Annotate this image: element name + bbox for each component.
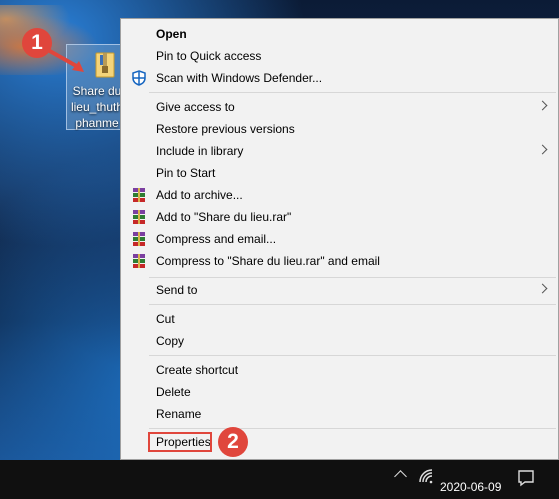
menu-item-restore-versions[interactable]: Restore previous versions [121,118,558,140]
desktop-icon-name-line: Share du [72,84,122,98]
menu-item-label: Open [156,27,187,41]
step-marker-2: 2 [218,427,248,457]
menu-separator [149,92,556,93]
desktop-icon-name-line: lieu_thuth [70,100,124,114]
menu-item-send-to[interactable]: Send to [121,279,558,301]
menu-item-label: Give access to [156,100,235,114]
menu-item-label: Create shortcut [156,363,239,377]
menu-item-label: Pin to Quick access [156,49,262,63]
menu-separator [149,355,556,356]
arrow-icon [47,48,84,72]
menu-item-delete[interactable]: Delete [121,381,558,403]
chevron-up-icon[interactable] [394,470,407,483]
menu-item-compress-rar-email[interactable]: Compress to "Share du lieu.rar" and emai… [121,250,558,272]
menu-item-rename[interactable]: Rename [121,403,558,425]
menu-item-label: Cut [156,312,175,326]
context-menu: Open Pin to Quick access Scan with Windo… [120,18,559,460]
menu-item-pin-start[interactable]: Pin to Start [121,162,558,184]
winrar-icon [133,254,145,268]
chevron-right-icon [537,100,548,111]
taskbar: 2020-06-09 [0,460,559,499]
menu-item-add-rar[interactable]: Add to "Share du lieu.rar" [121,206,558,228]
menu-item-open[interactable]: Open [121,23,558,45]
menu-item-label: Copy [156,334,185,348]
menu-item-label: Pin to Start [156,166,216,180]
menu-item-give-access[interactable]: Give access to [121,96,558,118]
wifi-icon[interactable] [418,468,436,486]
menu-item-compress-email[interactable]: Compress and email... [121,228,558,250]
menu-item-label: Delete [156,385,191,399]
menu-item-label: Add to "Share du lieu.rar" [156,210,292,224]
winrar-icon [133,210,145,224]
menu-item-add-archive[interactable]: Add to archive... [121,184,558,206]
folder-icon [95,52,115,78]
menu-item-label: Add to archive... [156,188,243,202]
menu-item-include-library[interactable]: Include in library [121,140,558,162]
menu-item-label: Send to [156,283,198,297]
winrar-icon [133,232,145,246]
menu-separator [149,428,556,429]
menu-item-label: Compress and email... [156,232,277,246]
winrar-icon [133,188,145,202]
menu-item-create-shortcut[interactable]: Create shortcut [121,359,558,381]
notification-icon[interactable] [516,468,536,488]
menu-item-label: Scan with Windows Defender... [156,71,323,85]
chevron-right-icon [537,283,548,294]
menu-item-label: Restore previous versions [156,122,295,136]
menu-item-cut[interactable]: Cut [121,308,558,330]
menu-item-label: Rename [156,407,202,421]
desktop-icon-name-line: phanme [75,116,119,130]
chevron-right-icon [537,144,548,155]
menu-item-label: Compress to "Share du lieu.rar" and emai… [156,254,380,268]
taskbar-date[interactable]: 2020-06-09 [440,480,501,494]
menu-separator [149,304,556,305]
menu-item-pin-quick-access[interactable]: Pin to Quick access [121,45,558,67]
menu-separator [149,277,556,278]
shield-icon [132,70,146,86]
menu-item-scan-defender[interactable]: Scan with Windows Defender... [121,67,558,89]
menu-item-label: Include in library [156,144,244,158]
properties-highlight-box [148,432,212,452]
menu-item-copy[interactable]: Copy [121,330,558,352]
